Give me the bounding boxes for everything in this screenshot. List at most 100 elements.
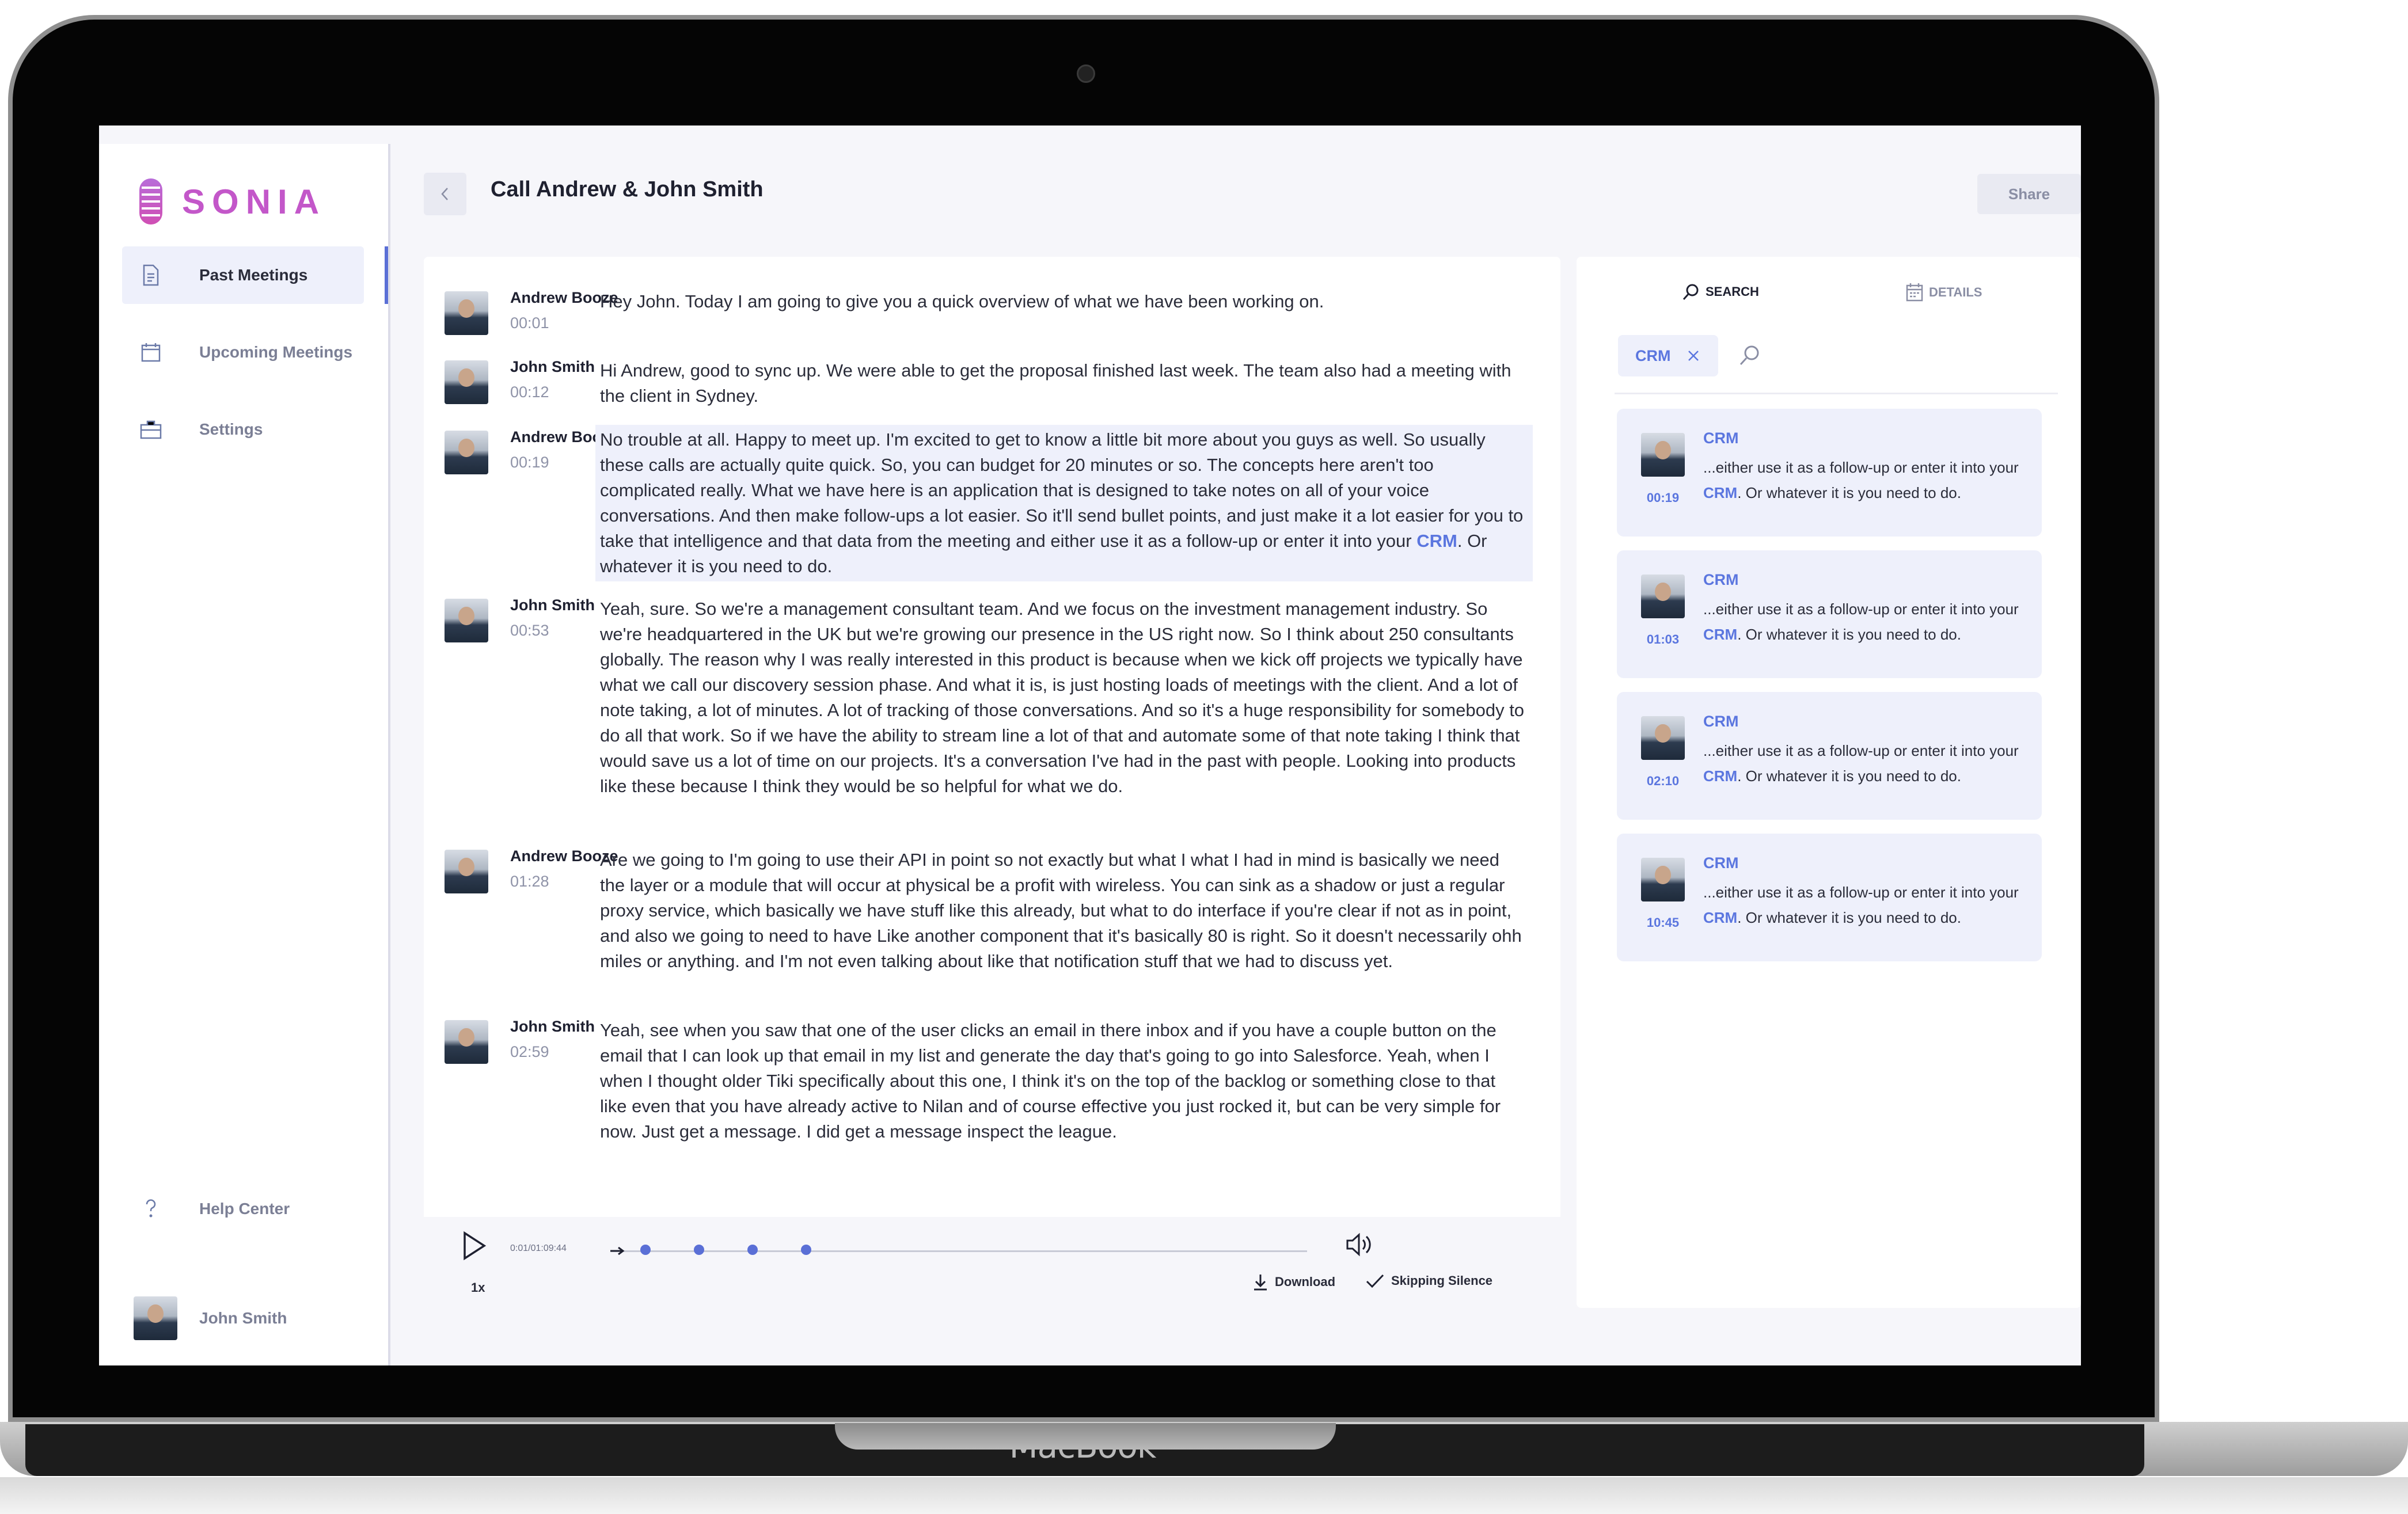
calendar-icon — [139, 341, 162, 364]
back-button[interactable] — [424, 173, 466, 215]
camera-icon — [1077, 64, 1095, 83]
result-time: 02:10 — [1646, 774, 1680, 788]
seek-bar[interactable] — [610, 1250, 1307, 1252]
timestamp-link[interactable]: 00:12 — [510, 383, 549, 401]
volume-button[interactable] — [1345, 1232, 1374, 1261]
audio-player: 1x 0:01/01:09:44 Download Skipping Silen… — [424, 1217, 1560, 1308]
brand-name: SONIA — [182, 182, 326, 221]
tab-details[interactable]: DETAILS — [1906, 283, 1982, 302]
play-button[interactable] — [462, 1231, 491, 1263]
transcript-panel: Andrew Booze 00:01 Hey John. Today I am … — [424, 257, 1560, 1308]
search-result[interactable]: 01:03 CRM ...either use it as a follow-u… — [1617, 550, 2042, 678]
laptop-notch — [835, 1423, 1336, 1450]
skip-silence-toggle[interactable]: Skipping Silence — [1366, 1273, 1492, 1288]
sidebar-item-label: Past Meetings — [199, 266, 308, 284]
sidebar-item-settings[interactable]: Settings — [122, 401, 364, 458]
download-button[interactable]: Download — [1253, 1273, 1335, 1291]
timestamp-link[interactable]: 00:53 — [510, 622, 549, 640]
chip-label: CRM — [1635, 347, 1671, 364]
playhead-icon[interactable] — [610, 1247, 625, 1255]
sidebar-item-upcoming-meetings[interactable]: Upcoming Meetings — [122, 324, 364, 381]
result-snippet: ...either use it as a follow-up or enter… — [1703, 742, 2019, 785]
bookmark-marker[interactable] — [747, 1245, 758, 1255]
briefcase-icon — [139, 418, 162, 441]
chevron-left-icon — [441, 188, 448, 200]
share-button[interactable]: Share — [1977, 174, 2081, 214]
brand-logo[interactable]: SONIA — [139, 178, 326, 225]
help-center-link[interactable]: Help Center — [122, 1180, 364, 1238]
close-icon[interactable] — [1687, 349, 1700, 362]
result-title: CRM — [1703, 429, 1739, 447]
laptop-bottom — [0, 1477, 2408, 1514]
search-panel: SEARCH DETAILS CRM 00:19 CRM ...either u… — [1577, 257, 2081, 1308]
bookmark-marker[interactable] — [693, 1245, 704, 1255]
result-snippet: ...either use it as a follow-up or enter… — [1703, 459, 2019, 501]
divider — [1615, 393, 2058, 394]
result-snippet: ...either use it as a follow-up or enter… — [1703, 600, 2019, 643]
document-icon — [139, 264, 162, 287]
calendar-icon — [1906, 283, 1923, 302]
result-title: CRM — [1703, 571, 1739, 588]
skip-silence-label: Skipping Silence — [1391, 1273, 1493, 1288]
timestamp-link[interactable]: 01:28 — [510, 873, 549, 891]
utterance-text: No trouble at all. Happy to meet up. I'm… — [595, 425, 1533, 581]
timestamp-link[interactable]: 00:19 — [510, 454, 549, 471]
avatar — [445, 850, 488, 893]
avatar — [445, 360, 488, 404]
search-result[interactable]: 10:45 CRM ...either use it as a follow-u… — [1617, 834, 2042, 961]
page-title: Call Andrew & John Smith — [491, 177, 764, 201]
question-icon — [139, 1197, 162, 1220]
search-icon[interactable] — [1739, 344, 1761, 366]
utterance-text: Hey John. Today I am going to give you a… — [600, 291, 1324, 311]
download-label: Download — [1275, 1275, 1336, 1289]
avatar — [1641, 716, 1685, 760]
help-center-label: Help Center — [199, 1200, 290, 1218]
result-snippet: ...either use it as a follow-up or enter… — [1703, 884, 2019, 926]
app-screen: SONIA Past Meetings Upcoming Meetings Se… — [99, 125, 2081, 1365]
result-time: 10:45 — [1646, 915, 1680, 930]
playback-speed[interactable]: 1x — [471, 1280, 485, 1295]
download-icon — [1254, 1275, 1267, 1291]
speaker-name: John Smith — [510, 358, 595, 375]
avatar — [1641, 858, 1685, 901]
avatar — [445, 1020, 488, 1064]
search-result[interactable]: 00:19 CRM ...either use it as a follow-u… — [1617, 409, 2042, 537]
utterance-text: Are we going to I'm going to use their A… — [600, 850, 1522, 971]
utterance-text: Yeah, see when you saw that one of the u… — [600, 1020, 1501, 1142]
current-user[interactable]: John Smith — [134, 1296, 287, 1340]
avatar — [1641, 575, 1685, 618]
speaker-name: John Smith — [510, 596, 595, 614]
active-indicator — [385, 246, 388, 304]
sidebar-item-past-meetings[interactable]: Past Meetings — [122, 246, 364, 304]
avatar — [445, 599, 488, 642]
user-name: John Smith — [199, 1309, 287, 1327]
utterance-text: Yeah, sure. So we're a management consul… — [600, 599, 1525, 796]
result-title: CRM — [1703, 713, 1739, 730]
search-chip[interactable]: CRM — [1618, 335, 1718, 376]
sidebar-item-label: Settings — [199, 420, 263, 438]
tab-label: SEARCH — [1706, 284, 1759, 299]
check-icon — [1366, 1274, 1384, 1288]
microphone-logo-icon — [139, 178, 162, 225]
result-time: 00:19 — [1646, 490, 1680, 505]
speaker-name: John Smith — [510, 1018, 595, 1035]
bookmark-marker[interactable] — [801, 1245, 811, 1255]
search-result[interactable]: 02:10 CRM ...either use it as a follow-u… — [1617, 692, 2042, 820]
result-title: CRM — [1703, 854, 1739, 872]
search-icon — [1682, 284, 1699, 300]
tab-search[interactable]: SEARCH — [1682, 283, 1759, 300]
avatar — [1641, 433, 1685, 477]
timestamp-link[interactable]: 02:59 — [510, 1043, 549, 1061]
avatar — [445, 431, 488, 474]
result-time: 01:03 — [1646, 632, 1680, 646]
bookmark-marker[interactable] — [640, 1245, 651, 1255]
playback-time: 0:01/01:09:44 — [510, 1243, 567, 1253]
utterance-text: Hi Andrew, good to sync up. We were able… — [600, 360, 1511, 406]
timestamp-link[interactable]: 00:01 — [510, 314, 549, 332]
volume-icon — [1346, 1232, 1371, 1257]
keyword-highlight[interactable]: CRM — [1416, 531, 1457, 551]
avatar — [134, 1296, 177, 1340]
sidebar: SONIA Past Meetings Upcoming Meetings Se… — [99, 144, 390, 1365]
play-icon — [464, 1231, 487, 1261]
tab-label: DETAILS — [1929, 285, 1982, 299]
